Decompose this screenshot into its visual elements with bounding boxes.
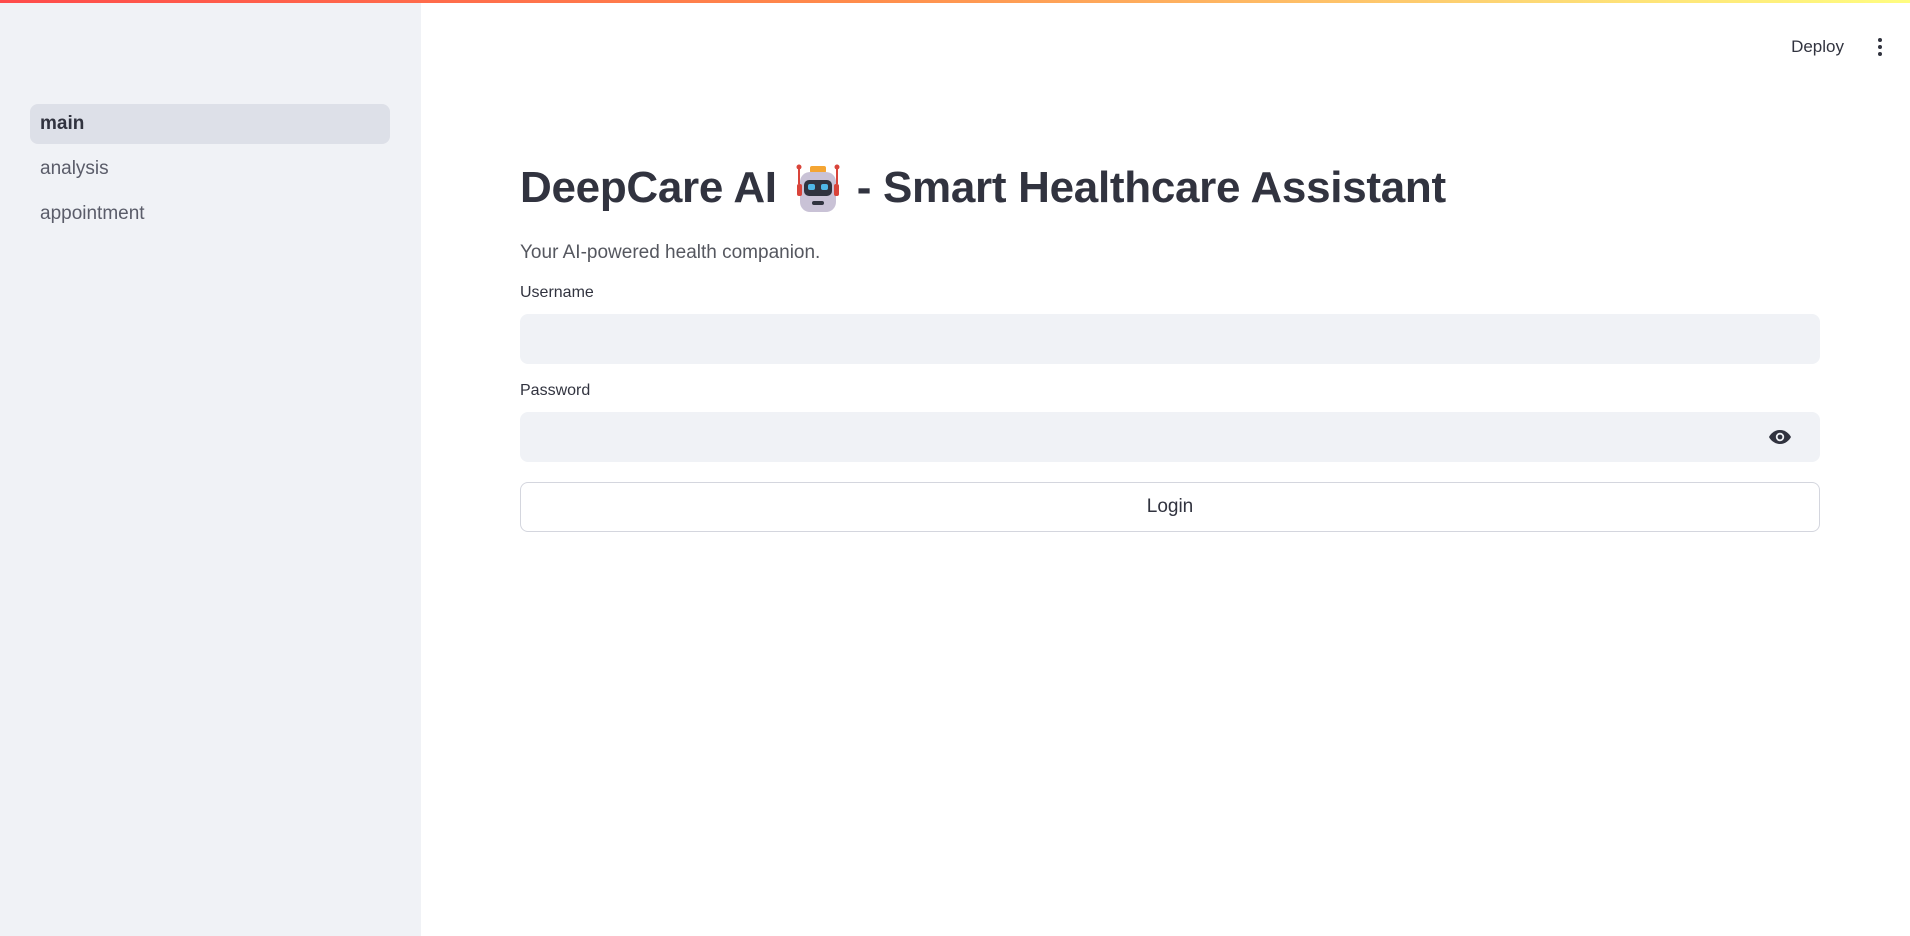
- robot-icon: [793, 162, 843, 214]
- username-label: Username: [520, 284, 594, 301]
- main-content: DeepCare AI - Smart Healthcare Assistant…: [520, 150, 1820, 532]
- sidebar: main analysis appointment: [0, 0, 421, 936]
- login-button[interactable]: Login: [520, 482, 1820, 532]
- header-actions: Deploy: [1785, 30, 1890, 64]
- top-accent-bar: [0, 0, 1910, 3]
- sidebar-nav: main analysis appointment: [30, 104, 390, 239]
- title-text-suffix: - Smart Healthcare Assistant: [856, 163, 1446, 212]
- sidebar-item-appointment[interactable]: appointment: [30, 194, 390, 234]
- eye-icon[interactable]: [1768, 427, 1792, 447]
- title-text: DeepCare AI: [520, 163, 777, 212]
- password-field-wrapper: [520, 412, 1820, 462]
- sidebar-item-analysis[interactable]: analysis: [30, 149, 390, 189]
- username-field-wrapper: [520, 314, 1820, 364]
- more-vertical-icon[interactable]: [1870, 30, 1890, 64]
- password-label: Password: [520, 382, 591, 399]
- password-input[interactable]: [520, 412, 1820, 462]
- subtitle: Your AI-powered health companion.: [520, 242, 821, 263]
- sidebar-item-main[interactable]: main: [30, 104, 390, 144]
- deploy-button[interactable]: Deploy: [1785, 31, 1850, 63]
- page-title: DeepCare AI - Smart Healthcare Assistant: [520, 150, 1820, 226]
- username-input[interactable]: [520, 314, 1820, 364]
